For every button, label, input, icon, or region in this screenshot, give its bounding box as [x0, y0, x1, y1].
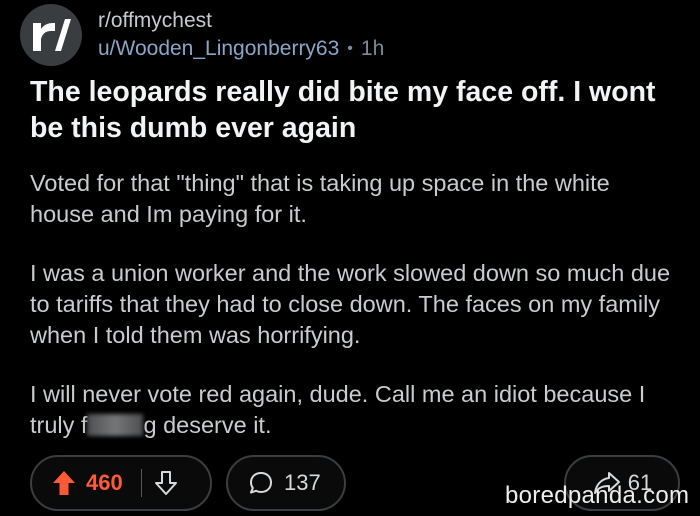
- post-meta: r/offmychest u/Wooden_Lingonberry63 • 1h: [98, 7, 384, 63]
- post-time: 1h: [360, 37, 385, 60]
- comments-button[interactable]: 137: [226, 455, 346, 511]
- username-link[interactable]: u/Wooden_Lingonberry63: [98, 35, 339, 63]
- user-line: u/Wooden_Lingonberry63 • 1h: [98, 35, 384, 63]
- post-paragraph-2: I was a union worker and the work slowed…: [30, 260, 671, 348]
- watermark: boredpanda.com: [505, 482, 690, 509]
- subreddit-logo-icon[interactable]: [20, 4, 82, 66]
- paragraph-3-end: g deserve it.: [143, 412, 272, 438]
- subreddit-name[interactable]: r/offmychest: [98, 7, 384, 35]
- upvote-arrow-icon[interactable]: [52, 470, 76, 496]
- downvote-arrow-icon[interactable]: [154, 470, 178, 496]
- comment-bubble-icon: [250, 472, 272, 494]
- post-header: r/offmychest u/Wooden_Lingonberry63 • 1h: [20, 4, 384, 66]
- post-body: Voted for that "thing" that is taking up…: [30, 168, 678, 441]
- censor-blur: [87, 414, 144, 436]
- comment-count: 137: [284, 470, 321, 495]
- vote-control: 460: [30, 455, 212, 511]
- post-paragraph-1: Voted for that "thing" that is taking up…: [30, 170, 610, 227]
- post-paragraph-3: I will never vote red again, dude. Call …: [30, 379, 678, 441]
- meta-separator: •: [347, 40, 353, 57]
- post-title: The leopards really did bite my face off…: [30, 76, 656, 144]
- post-actions: 460 137 61: [30, 455, 680, 511]
- upvote-count: 460: [86, 470, 123, 495]
- vote-divider: [140, 469, 142, 497]
